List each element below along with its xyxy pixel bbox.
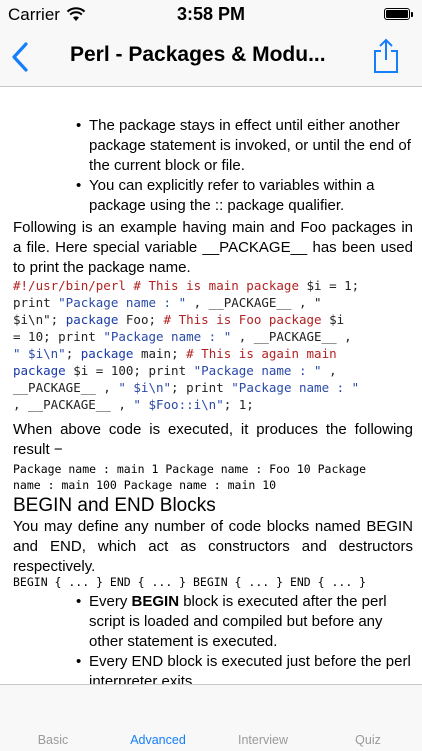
code-block-packages: #!/usr/bin/perl # This is main package $… xyxy=(13,277,413,413)
code-begin-end: BEGIN { ... } END { ... } BEGIN { ... } … xyxy=(13,575,367,589)
list-item: • Every END block is executed just befor… xyxy=(76,652,416,684)
page-title: Perl - Packages & Modu... xyxy=(70,43,326,66)
output-line: Package name : main 1 Package name : Foo… xyxy=(13,462,367,476)
paragraph-example-intro: Following is an example having main and … xyxy=(13,219,413,276)
code-line: __PACKAGE__ , " $i\n"; print "Package na… xyxy=(13,380,360,395)
tab-advanced[interactable]: Advanced xyxy=(108,733,208,747)
code-output: Package name : main 1 Package name : Foo… xyxy=(13,461,413,493)
article-content[interactable]: • The package stays in effect until eith… xyxy=(0,87,422,684)
bullet-text: The package stays in effect until either… xyxy=(89,117,411,174)
code-line: = 10; print "Package name : " , __PACKAG… xyxy=(13,329,352,344)
bullet-text: Every BEGIN block is executed after the … xyxy=(89,593,387,650)
code-line: , __PACKAGE__ , " $Foo::i\n"; 1; xyxy=(13,397,254,412)
code-line: print "Package name : " , __PACKAGE__ , … xyxy=(13,295,322,310)
bullet-text: You can explicitly refer to variables wi… xyxy=(89,177,375,214)
chevron-left-icon[interactable] xyxy=(8,40,34,74)
status-bar: Carrier 3:58 PM xyxy=(0,0,422,28)
code-line: #!/usr/bin/perl # This is main package $… xyxy=(13,278,360,293)
tab-quiz[interactable]: Quiz xyxy=(318,733,418,747)
code-line: " $i\n"; package main; # This is again m… xyxy=(13,346,337,361)
navigation-bar: Perl - Packages & Modu... xyxy=(0,28,422,87)
paragraph-result: When above code is executed, it produces… xyxy=(13,421,413,458)
list-item: • The package stays in effect until eith… xyxy=(76,116,416,176)
clock: 3:58 PM xyxy=(176,4,246,24)
tab-bar: Basic Advanced Interview Quiz xyxy=(0,684,422,751)
list-item: • You can explicitly refer to variables … xyxy=(76,176,416,216)
code-line: package $i = 100; print "Package name : … xyxy=(13,363,337,378)
bullet-text: Every END block is executed just before … xyxy=(89,653,411,684)
output-line: name : main 100 Package name : main 10 xyxy=(13,478,277,492)
battery-icon xyxy=(384,8,413,20)
code-line: $i\n"; package Foo; # This is Foo packag… xyxy=(13,312,345,327)
paragraph-begin-end: You may define any number of code blocks… xyxy=(13,518,413,575)
section-heading: BEGIN and END Blocks xyxy=(13,495,216,516)
tab-basic[interactable]: Basic xyxy=(3,733,103,747)
share-icon[interactable] xyxy=(372,38,400,74)
tab-interview[interactable]: Interview xyxy=(213,733,313,747)
list-item: • Every BEGIN block is executed after th… xyxy=(76,592,416,652)
